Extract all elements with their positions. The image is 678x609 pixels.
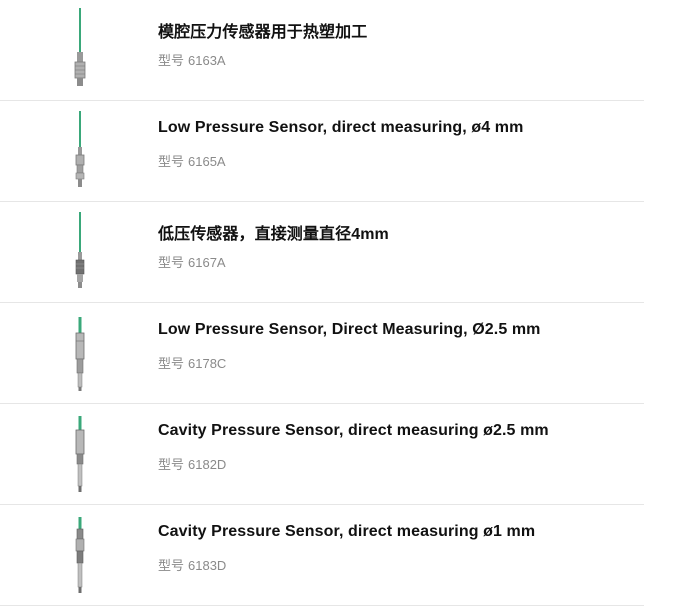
product-list: 模腔压力传感器用于热塑加工 型号 6163A Low Pressure Senso… <box>0 0 644 606</box>
sensor-6167a-image[interactable] <box>62 208 98 294</box>
sensor-6178c-image[interactable] <box>62 309 98 395</box>
product-model: 型号 6178C <box>158 353 226 372</box>
product-title[interactable]: 模腔压力传感器用于热塑加工 <box>158 18 367 42</box>
product-title[interactable]: Cavity Pressure Sensor, direct measuring… <box>158 523 535 541</box>
product-title[interactable]: Cavity Pressure Sensor, direct measuring… <box>158 422 549 440</box>
product-model: 型号 6182D <box>158 454 226 473</box>
model-number: 6178C <box>188 356 227 371</box>
model-prefix: 型号 <box>158 154 185 169</box>
model-number: 6183D <box>188 558 227 573</box>
product-model: 型号 6183D <box>158 555 226 574</box>
model-prefix: 型号 <box>158 255 185 270</box>
model-prefix: 型号 <box>158 457 185 472</box>
model-number: 6163A <box>188 53 226 68</box>
product-item-6178c[interactable]: Low Pressure Sensor, Direct Measuring, Ø… <box>0 303 644 404</box>
product-title[interactable]: Low Pressure Sensor, direct measuring, ø… <box>158 119 523 137</box>
product-item-6165a[interactable]: Low Pressure Sensor, direct measuring, ø… <box>0 101 644 202</box>
sensor-6183d-image[interactable] <box>62 511 98 597</box>
sensor-6182d-image[interactable] <box>62 410 98 496</box>
model-prefix: 型号 <box>158 356 185 371</box>
product-item-6167a[interactable]: 低压传感器，直接测量直径4mm 型号 6167A <box>0 202 644 303</box>
product-title[interactable]: 低压传感器，直接测量直径4mm <box>158 220 389 244</box>
product-model: 型号 6163A <box>158 50 226 69</box>
model-prefix: 型号 <box>158 53 185 68</box>
model-number: 6167A <box>188 255 226 270</box>
product-item-6182d[interactable]: Cavity Pressure Sensor, direct measuring… <box>0 404 644 505</box>
model-number: 6182D <box>188 457 227 472</box>
product-title[interactable]: Low Pressure Sensor, Direct Measuring, Ø… <box>158 321 541 339</box>
sensor-6163a-image[interactable] <box>62 6 98 92</box>
model-number: 6165A <box>188 154 226 169</box>
product-model: 型号 6165A <box>158 151 226 170</box>
product-model: 型号 6167A <box>158 252 226 271</box>
model-prefix: 型号 <box>158 558 185 573</box>
product-item-6183d[interactable]: Cavity Pressure Sensor, direct measuring… <box>0 505 644 606</box>
product-item-6163a[interactable]: 模腔压力传感器用于热塑加工 型号 6163A <box>0 0 644 101</box>
sensor-6165a-image[interactable] <box>62 107 98 193</box>
